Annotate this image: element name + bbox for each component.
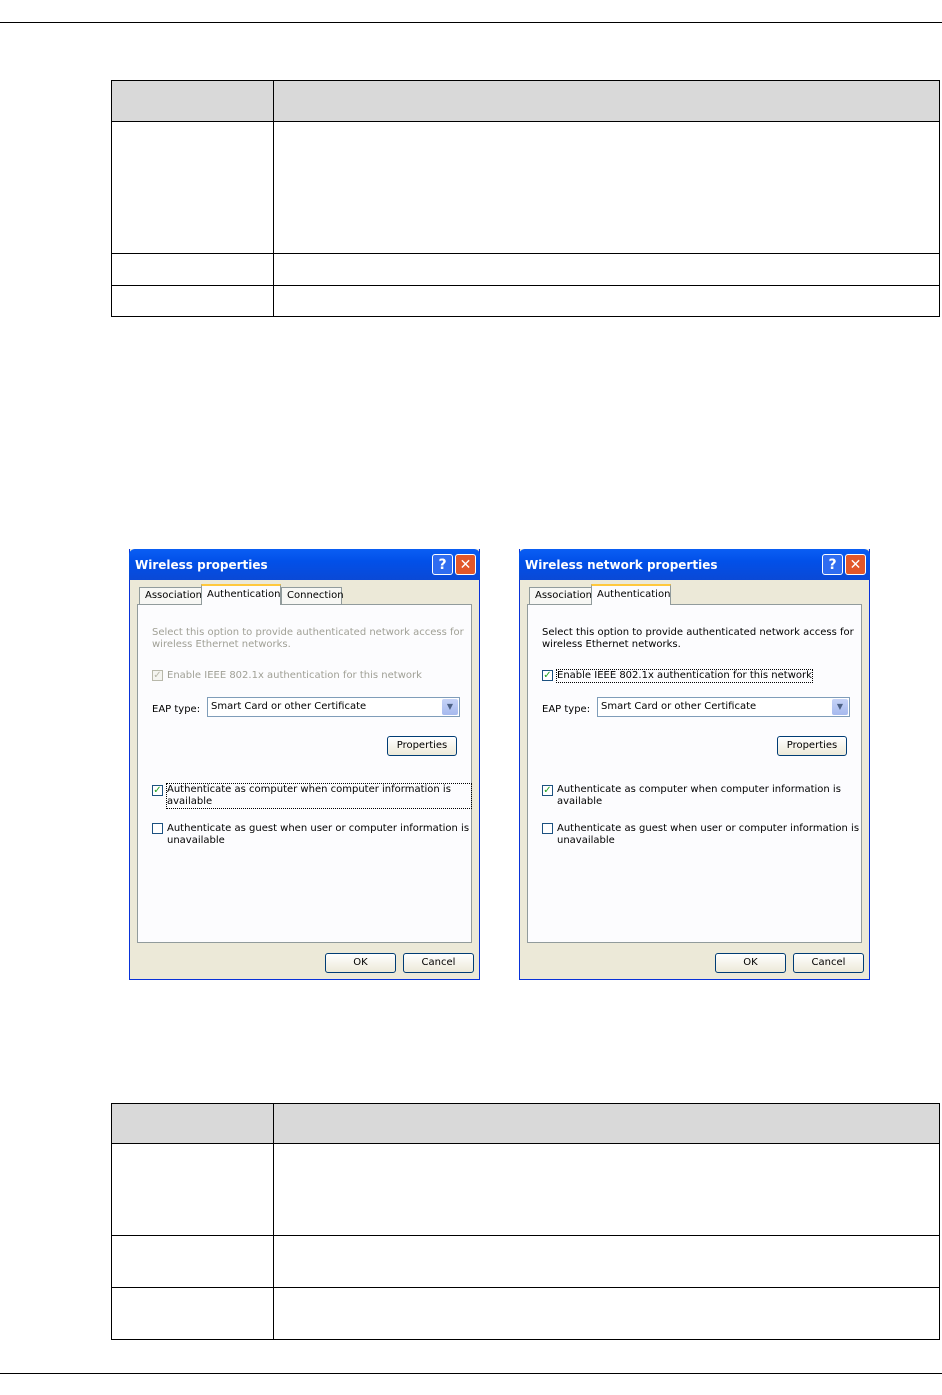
bottom-table xyxy=(111,1103,940,1340)
table-header-row xyxy=(111,80,940,122)
eap-type-value: Smart Card or other Certificate xyxy=(601,701,757,712)
tab-association[interactable]: Association xyxy=(529,587,592,604)
auth-guest-line-2: unavailable xyxy=(167,835,225,846)
table-row xyxy=(111,285,940,317)
table-row xyxy=(111,253,940,286)
enable-8021x-checkbox[interactable]: ✓ xyxy=(152,670,163,681)
description-line-1: Select this option to provide authentica… xyxy=(542,627,854,638)
auth-computer-checkbox[interactable]: ✓ xyxy=(152,785,163,796)
table-header-row xyxy=(111,1103,940,1144)
description-text: Select this option to provide authentica… xyxy=(542,627,854,651)
enable-8021x-checkbox[interactable]: ✓ xyxy=(542,670,553,681)
tab-association[interactable]: Association xyxy=(139,587,202,604)
close-icon[interactable]: ✕ xyxy=(455,554,476,575)
table-row xyxy=(111,1143,940,1236)
auth-computer-checkbox[interactable]: ✓ xyxy=(542,785,553,796)
auth-guest-line-2: unavailable xyxy=(557,835,615,846)
tab-connection[interactable]: Connection xyxy=(281,587,344,604)
eap-type-value: Smart Card or other Certificate xyxy=(211,701,367,712)
wireless-network-properties-dialog: Wireless network properties ? ✕ Associat… xyxy=(519,549,870,980)
eap-type-select[interactable]: Smart Card or other Certificate ▼ xyxy=(207,697,460,717)
top-table xyxy=(111,80,940,317)
enable-8021x-label: Enable IEEE 802.1x authentication for th… xyxy=(167,670,422,681)
description-line-2: wireless Ethernet networks. xyxy=(542,639,681,650)
chevron-down-icon[interactable]: ▼ xyxy=(442,699,458,715)
cancel-button[interactable]: Cancel xyxy=(403,953,474,973)
properties-button[interactable]: Properties xyxy=(387,736,457,756)
tab-authentication[interactable]: Authentication xyxy=(201,584,281,605)
title-bar[interactable]: Wireless network properties ? ✕ xyxy=(519,549,870,580)
description-line-1: Select this option to provide authentica… xyxy=(152,627,464,638)
auth-guest-checkbox[interactable] xyxy=(152,823,163,834)
help-icon[interactable]: ? xyxy=(432,554,453,575)
chevron-down-icon[interactable]: ▼ xyxy=(832,699,848,715)
close-icon[interactable]: ✕ xyxy=(845,554,866,575)
eap-type-label: EAP type: xyxy=(542,704,591,715)
description-line-2: wireless Ethernet networks. xyxy=(152,639,291,650)
authentication-panel: Select this option to provide authentica… xyxy=(527,604,862,943)
auth-computer-label: Authenticate as computer when computer i… xyxy=(166,783,472,809)
eap-type-label: EAP type: xyxy=(152,704,201,715)
auth-computer-label: Authenticate as computer when computer i… xyxy=(557,784,841,807)
ok-button[interactable]: OK xyxy=(715,953,786,973)
table-row xyxy=(111,121,940,254)
description-text: Select this option to provide authentica… xyxy=(152,627,464,651)
auth-guest-line-1: Authenticate as guest when user or compu… xyxy=(557,823,860,834)
top-rule xyxy=(0,22,942,23)
authentication-panel: Select this option to provide authentica… xyxy=(137,604,472,943)
table-row xyxy=(111,1287,940,1340)
help-icon[interactable]: ? xyxy=(822,554,843,575)
tab-authentication[interactable]: Authentication xyxy=(591,584,671,605)
dialog-title: Wireless network properties xyxy=(525,558,718,572)
auth-guest-label: Authenticate as guest when user or compu… xyxy=(167,823,469,847)
wireless-properties-dialog: Wireless properties ? ✕ Association Auth… xyxy=(129,549,480,980)
cancel-button[interactable]: Cancel xyxy=(793,953,864,973)
table-row xyxy=(111,1235,940,1288)
dialog-title: Wireless properties xyxy=(135,558,268,572)
auth-guest-label: Authenticate as guest when user or compu… xyxy=(557,823,859,847)
ok-button[interactable]: OK xyxy=(325,953,396,973)
bottom-rule xyxy=(0,1373,942,1374)
enable-8021x-label: Enable IEEE 802.1x authentication for th… xyxy=(556,669,813,683)
title-bar[interactable]: Wireless properties ? ✕ xyxy=(129,549,480,580)
properties-button[interactable]: Properties xyxy=(777,736,847,756)
auth-guest-checkbox[interactable] xyxy=(542,823,553,834)
auth-guest-line-1: Authenticate as guest when user or compu… xyxy=(167,823,470,834)
eap-type-select[interactable]: Smart Card or other Certificate ▼ xyxy=(597,697,850,717)
